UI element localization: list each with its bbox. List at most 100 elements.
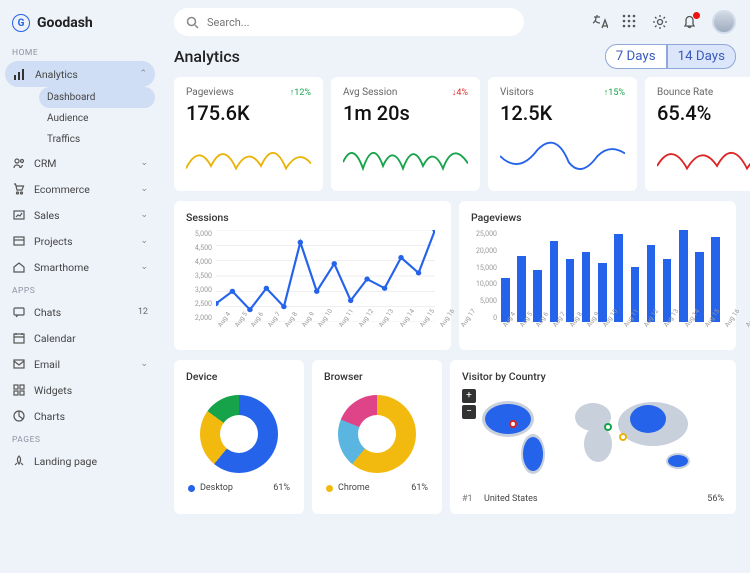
legend-label: Chrome	[338, 483, 370, 493]
map-zoom-controls: + −	[462, 389, 476, 419]
section-apps: APPS	[0, 280, 160, 299]
page-title: Analytics	[174, 47, 240, 66]
card-title: Device	[186, 370, 292, 383]
device-donut	[200, 395, 278, 473]
y-axis: 5,0004,5004,0003,5003,0002,5002,000	[186, 230, 212, 322]
country-card: Visitor by Country + − #1	[450, 360, 736, 514]
sidebar-item-chats[interactable]: Chats 12	[0, 299, 160, 325]
sidebar-item-label: Email	[34, 358, 60, 371]
sidebar-item-label: Smarthome	[34, 261, 89, 274]
kpi-label: Pageviews	[186, 87, 234, 98]
sidebar-item-crm[interactable]: CRM⌄	[0, 150, 160, 176]
kpi-value: 175.6K	[186, 101, 311, 125]
zoom-out-button[interactable]: −	[462, 405, 476, 419]
calendar-icon	[12, 331, 26, 345]
bottom-row: Device Desktop61% Browser Chrome61% Visi…	[174, 360, 736, 514]
kpi-delta: ↓4%	[452, 87, 468, 98]
rocket-icon	[12, 454, 26, 468]
sidebar-item-charts[interactable]: Charts	[0, 403, 160, 429]
chevron-up-icon: ⌃	[139, 69, 147, 79]
date-range-toggle: 7 Days 14 Days	[605, 44, 736, 69]
country-name: United States	[484, 494, 538, 504]
email-icon	[12, 357, 26, 371]
legend-swatch	[326, 485, 333, 492]
sidebar-item-analytics[interactable]: Analytics ⌃	[5, 61, 155, 87]
sidebar-item-smarthome[interactable]: Smarthome ⌄	[0, 254, 160, 280]
cart-icon	[12, 182, 26, 196]
app-logo[interactable]: G Goodash	[0, 8, 160, 42]
analytics-icon	[13, 67, 27, 81]
gear-icon[interactable]	[652, 14, 668, 30]
kpi-value: 12.5K	[500, 101, 625, 125]
topbar-icons	[592, 10, 736, 34]
map-svg	[462, 389, 724, 484]
sidebar-item-label: Calendar	[34, 332, 76, 345]
sessions-card: Sessions 5,0004,5004,0003,5003,0002,5002…	[174, 201, 451, 350]
browser-card: Browser Chrome61%	[312, 360, 442, 514]
country-row: #1 United States 56%	[462, 494, 724, 504]
sparkline	[657, 131, 750, 181]
device-legend: Desktop61%	[186, 483, 292, 493]
sparkline	[186, 131, 311, 181]
app-name: Goodash	[37, 15, 93, 31]
avatar[interactable]	[712, 10, 736, 34]
sidebar-sub-dashboard[interactable]: Dashboard	[39, 87, 155, 108]
sessions-chart: 5,0004,5004,0003,5003,0002,5002,000 Aug …	[186, 230, 439, 340]
main: Analytics 7 Days 14 Days Pageviews↑12% 1…	[160, 0, 750, 573]
sidebar-item-sales[interactable]: Sales ⌄	[0, 202, 160, 228]
charts-icon	[12, 409, 26, 423]
sidebar-item-label: Projects	[34, 235, 73, 248]
range-7days[interactable]: 7 Days	[605, 44, 667, 69]
pageviews-card: Pageviews 25,00020,00015,00010,0005,0000…	[459, 201, 736, 350]
sidebar-item-label: Charts	[34, 410, 65, 423]
sidebar-sub-audience[interactable]: Audience	[39, 108, 155, 129]
legend-swatch	[188, 485, 195, 492]
sidebar-item-ecommerce[interactable]: Ecommerce⌄	[0, 176, 160, 202]
sidebar-item-label: CRM	[34, 157, 56, 170]
sidebar-item-label: Sales	[34, 209, 60, 222]
notification-dot	[693, 12, 700, 19]
sidebar-sub-traffics[interactable]: Traffics	[39, 129, 155, 150]
sidebar-sub-label: Traffics	[47, 134, 80, 145]
browser-legend: Chrome61%	[324, 483, 430, 493]
apps-grid-icon[interactable]	[622, 14, 638, 30]
home-icon	[12, 260, 26, 274]
sidebar-item-email[interactable]: Email⌄	[0, 351, 160, 377]
sidebar-item-label: Chats	[34, 306, 61, 319]
chat-badge: 12	[138, 307, 148, 317]
x-axis: Aug 4Aug 5Aug 6Aug 7Aug 8Aug 9Aug 10Aug …	[216, 324, 439, 340]
section-pages: PAGES	[0, 429, 160, 448]
translate-icon[interactable]	[592, 14, 608, 30]
sidebar-item-widgets[interactable]: Widgets	[0, 377, 160, 403]
kpi-row: Pageviews↑12% 175.6K Avg Session↓4% 1m 2…	[174, 77, 736, 191]
sidebar-item-label: Analytics	[35, 68, 78, 81]
sidebar-item-calendar[interactable]: Calendar	[0, 325, 160, 351]
kpi-avg-session: Avg Session↓4% 1m 20s	[331, 77, 480, 191]
world-map: + −	[462, 389, 724, 484]
kpi-label: Bounce Rate	[657, 87, 713, 98]
search-input[interactable]	[207, 16, 512, 29]
sidebar-item-landing[interactable]: Landing page	[0, 448, 160, 474]
zoom-in-button[interactable]: +	[462, 389, 476, 403]
kpi-bounce-rate: Bounce Rate↑5% 65.4%	[645, 77, 750, 191]
sidebar: G Goodash HOME Analytics ⌃ Dashboard Aud…	[0, 0, 160, 573]
search-icon	[186, 16, 199, 29]
chevron-down-icon: ⌄	[140, 184, 148, 194]
bell-icon[interactable]	[682, 14, 698, 30]
card-title: Browser	[324, 370, 430, 383]
chevron-down-icon: ⌄	[140, 262, 148, 272]
y-axis: 25,00020,00015,00010,0005,0000	[471, 230, 497, 322]
card-title: Pageviews	[471, 211, 724, 224]
card-title: Visitor by Country	[462, 370, 724, 383]
browser-donut	[338, 395, 416, 473]
sidebar-item-projects[interactable]: Projects⌄	[0, 228, 160, 254]
logo-badge: G	[12, 14, 30, 32]
search-box[interactable]	[174, 8, 524, 36]
pageviews-chart: 25,00020,00015,00010,0005,0000 Aug 4Aug …	[471, 230, 724, 340]
sparkline	[343, 131, 468, 181]
range-14days[interactable]: 14 Days	[667, 44, 736, 69]
x-axis: Aug 4Aug 5Aug 6Aug 7Aug 8Aug 9Aug 10Aug …	[501, 324, 724, 340]
country-pct: 56%	[707, 494, 724, 504]
kpi-pageviews: Pageviews↑12% 175.6K	[174, 77, 323, 191]
chevron-down-icon: ⌄	[140, 210, 148, 220]
